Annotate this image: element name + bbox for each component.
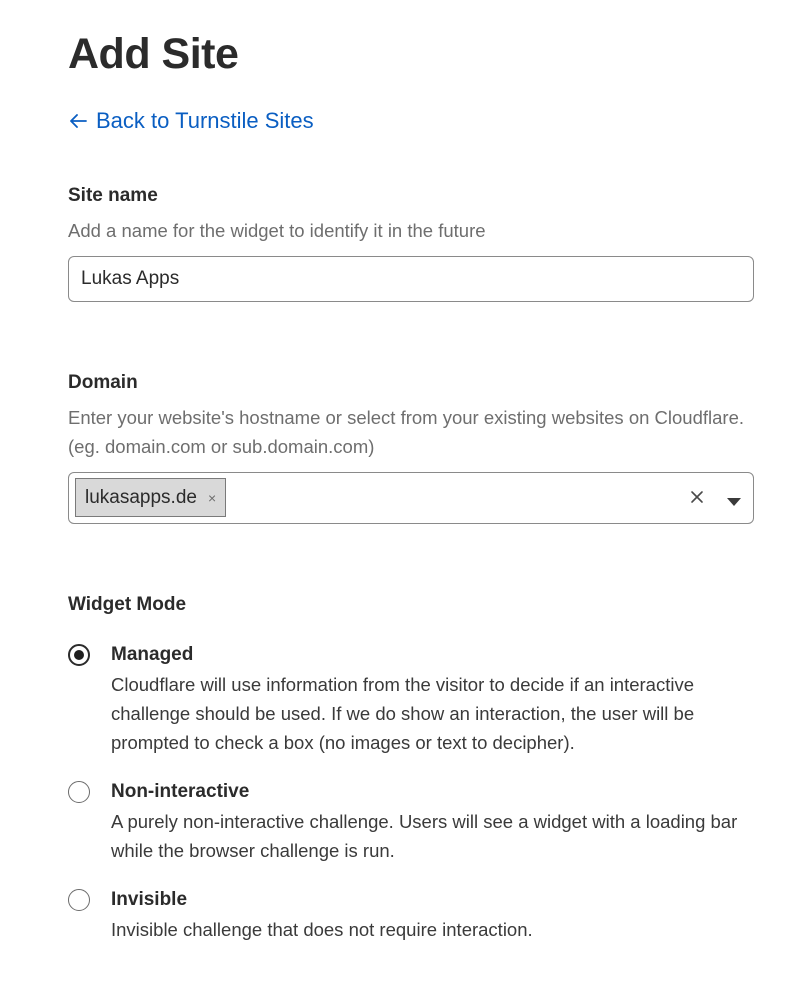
radio-option-non-interactive[interactable]: Non-interactive A purely non-interactive… <box>68 781 754 863</box>
domain-select[interactable]: lukasapps.de × <box>68 472 754 524</box>
caret-down-icon[interactable] <box>727 494 741 506</box>
site-name-label: Site name <box>68 185 158 206</box>
close-icon[interactable] <box>689 489 705 505</box>
radio-title-invisible: Invisible <box>111 889 188 910</box>
site-name-input[interactable] <box>68 256 754 302</box>
domain-chip-label: lukasapps.de <box>85 486 197 508</box>
radio-option-managed[interactable]: Managed Cloudflare will use information … <box>68 644 754 754</box>
radio-button-non-interactive[interactable] <box>68 781 90 803</box>
page-title: Add Site <box>68 30 239 78</box>
radio-button-managed[interactable] <box>68 644 90 666</box>
radio-desc-managed: Cloudflare will use information from the… <box>111 674 695 753</box>
domain-help: Enter your website's hostname or select … <box>68 407 745 457</box>
domain-chip: lukasapps.de × <box>75 478 227 517</box>
chip-remove-icon[interactable]: × <box>208 491 216 505</box>
site-name-help: Add a name for the widget to identify it… <box>68 220 486 241</box>
radio-desc-invisible: Invisible challenge that does not requir… <box>111 919 533 940</box>
radio-desc-non-interactive: A purely non-interactive challenge. User… <box>111 811 738 861</box>
back-to-sites-link[interactable]: Back to Turnstile Sites <box>68 108 314 134</box>
radio-title-managed: Managed <box>111 644 194 665</box>
arrow-left-icon <box>68 111 88 131</box>
radio-button-invisible[interactable] <box>68 889 90 911</box>
domain-label: Domain <box>68 372 138 393</box>
radio-selected-dot <box>74 650 84 660</box>
radio-title-non-interactive: Non-interactive <box>111 781 250 802</box>
back-link-label: Back to Turnstile Sites <box>96 108 314 133</box>
radio-option-invisible[interactable]: Invisible Invisible challenge that does … <box>68 889 754 945</box>
widget-mode-label: Widget Mode <box>68 594 187 615</box>
